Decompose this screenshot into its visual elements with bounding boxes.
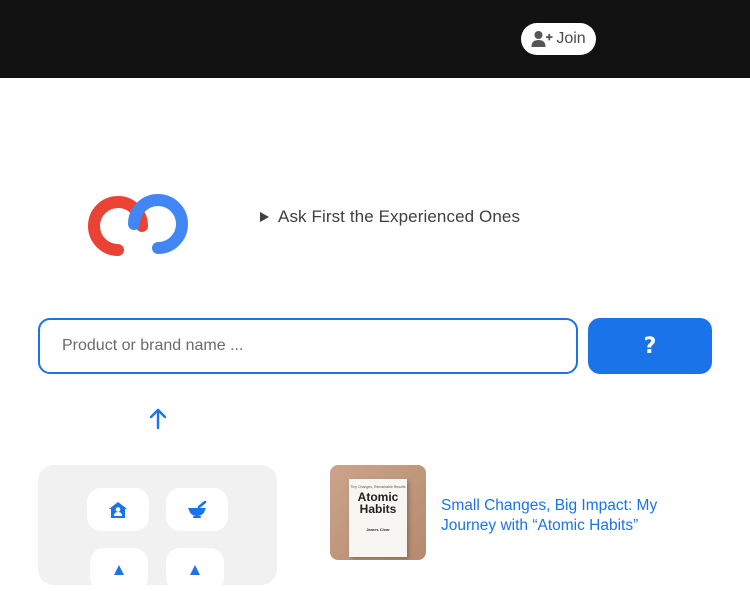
- category-icon: [114, 564, 124, 575]
- category-tile[interactable]: [166, 548, 224, 591]
- book-tagline: Tiny Changes, Remarkable Results: [350, 485, 406, 489]
- home-person-icon: [109, 501, 127, 518]
- book-cover-image: Tiny Changes, Remarkable Results Atomic …: [349, 479, 407, 557]
- tagline: Ask First the Experienced Ones: [260, 206, 520, 228]
- category-panel: [38, 465, 277, 591]
- play-triangle-icon: [260, 212, 269, 222]
- search-input[interactable]: [38, 318, 578, 374]
- book-title-line2: Habits: [359, 502, 397, 516]
- tagline-text: Ask First the Experienced Ones: [278, 207, 521, 226]
- article-thumbnail[interactable]: Tiny Changes, Remarkable Results Atomic …: [330, 465, 426, 560]
- arrow-up-icon[interactable]: [148, 408, 168, 430]
- top-bar: Join: [0, 0, 750, 78]
- user-plus-icon: [531, 31, 553, 47]
- brand-logo-icon: [88, 194, 188, 256]
- article-title-link[interactable]: Small Changes, Big Impact: My Journey wi…: [441, 496, 681, 536]
- join-label: Join: [556, 30, 586, 47]
- category-icon: [190, 564, 200, 575]
- ask-button[interactable]: ?: [588, 318, 712, 374]
- category-tile[interactable]: [90, 548, 148, 591]
- join-button[interactable]: Join: [521, 23, 596, 55]
- mortar-pestle-icon: [188, 500, 207, 518]
- category-tile-home[interactable]: [87, 488, 149, 531]
- category-tile-health[interactable]: [166, 488, 228, 531]
- ask-button-label: ?: [643, 333, 657, 359]
- book-author: James Clear: [366, 527, 390, 532]
